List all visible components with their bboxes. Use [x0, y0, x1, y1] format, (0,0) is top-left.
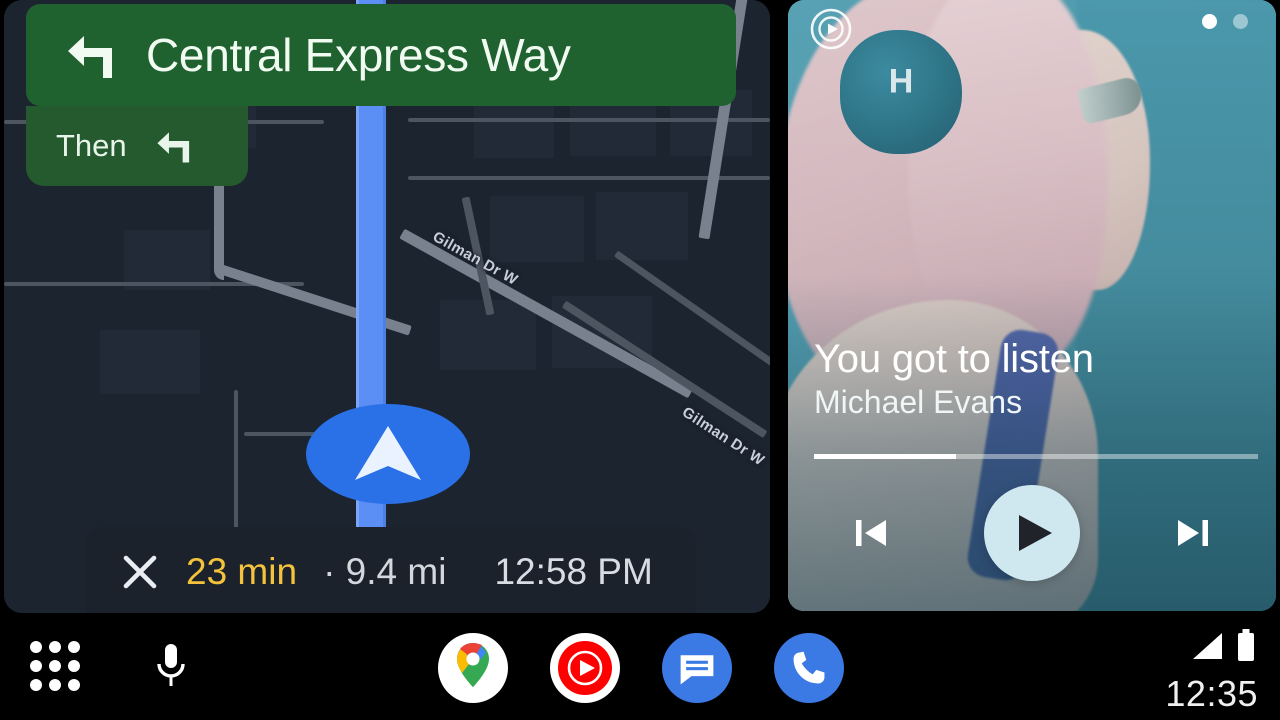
status-area: 12:35 — [1152, 629, 1262, 714]
trip-separator: · — [323, 551, 336, 592]
android-auto-screen: Gilman Dr W Gilman Dr W Central Express … — [0, 0, 1280, 720]
then-label: Then — [56, 128, 127, 163]
trip-distance: · 9.4 mi — [323, 551, 446, 593]
signal-bars-icon — [1193, 633, 1222, 659]
trip-info-bar[interactable]: 23 min · 9.4 mi 12:58 PM — [86, 527, 696, 613]
youtube-music-icon[interactable] — [810, 8, 852, 50]
trip-distance-value: 9.4 mi — [345, 551, 447, 592]
app-icon-youtube-music[interactable] — [550, 633, 620, 703]
app-launcher-button[interactable] — [30, 641, 80, 691]
voice-assistant-button[interactable] — [145, 637, 197, 695]
youtube-music-icon — [558, 641, 612, 695]
play-button[interactable] — [984, 485, 1080, 581]
app-icon-maps[interactable] — [438, 633, 508, 703]
page-indicator-dots — [1202, 14, 1248, 29]
skip-previous-icon — [856, 520, 886, 546]
turn-left-icon — [157, 132, 189, 163]
skip-next-icon — [1178, 520, 1208, 546]
status-clock: 12:35 — [1165, 673, 1258, 714]
current-position-marker — [306, 404, 470, 504]
page-dot-1[interactable] — [1202, 14, 1217, 29]
navigation-map-panel[interactable]: Gilman Dr W Gilman Dr W Central Express … — [4, 0, 770, 613]
skip-next-button[interactable] — [1170, 510, 1216, 556]
messages-icon — [680, 655, 714, 685]
trip-eta: 23 min — [186, 551, 298, 592]
close-icon[interactable] — [120, 552, 160, 592]
track-artist: Michael Evans — [814, 384, 1023, 420]
then-maneuver-card[interactable]: Then — [26, 106, 248, 186]
street-label: Gilman Dr W — [678, 403, 768, 470]
google-maps-icon — [457, 643, 489, 687]
turn-left-icon — [68, 36, 112, 78]
app-icon-messages[interactable] — [662, 633, 732, 703]
app-grid-icon — [30, 641, 80, 691]
app-icon-phone[interactable] — [774, 633, 844, 703]
media-player-panel[interactable]: H You got to listen Michael Evans — [788, 0, 1276, 611]
trip-arrival-time: 12:58 PM — [494, 551, 653, 592]
phone-icon — [793, 651, 825, 684]
battery-full-icon — [1238, 629, 1254, 661]
microphone-icon — [157, 644, 185, 686]
playback-progress-bar[interactable] — [814, 454, 1258, 459]
track-title: You got to listen — [814, 337, 1094, 381]
navigation-banner[interactable]: Central Express Way — [26, 4, 736, 106]
media-controls — [788, 473, 1276, 593]
taskbar: 12:35 — [0, 613, 1280, 720]
playback-progress-fill — [814, 454, 957, 459]
skip-previous-button[interactable] — [848, 510, 894, 556]
next-street-name: Central Express Way — [146, 29, 571, 81]
navigation-chevron-icon — [355, 426, 421, 480]
media-metadata: You got to listen Michael Evans — [814, 336, 1254, 421]
page-dot-2[interactable] — [1233, 14, 1248, 29]
play-icon — [1019, 515, 1052, 551]
